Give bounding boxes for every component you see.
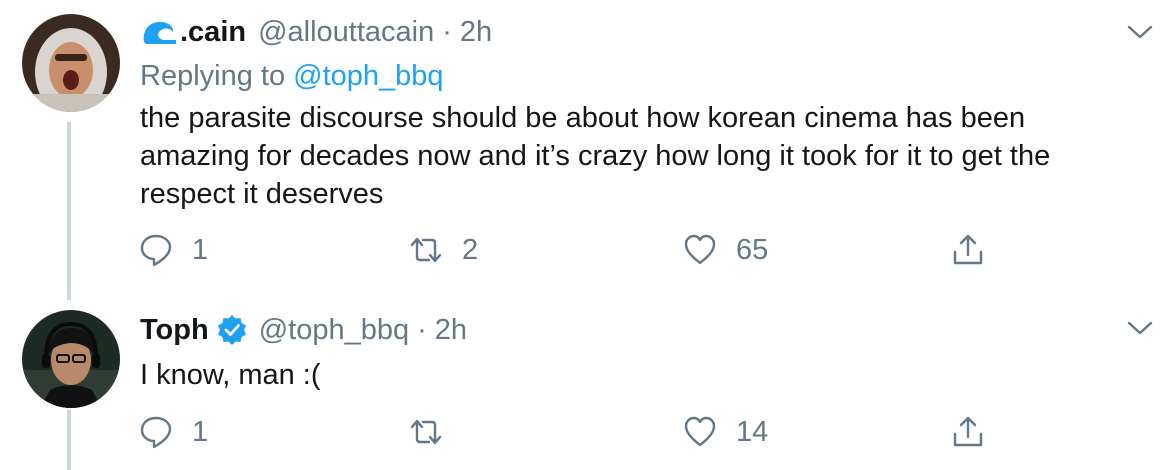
tweet-header: Toph @toph_bbq · 2h [140,312,467,348]
avatar[interactable] [22,310,120,408]
tweet-actions: 1 14 [0,412,1176,452]
chevron-down-icon[interactable] [1126,22,1154,42]
user-handle[interactable]: @toph_bbq [259,312,409,348]
retweet-icon [410,237,442,263]
thread-line [67,122,71,300]
reply-count: 1 [192,415,209,448]
reply-icon [140,234,172,267]
reply-prefix: Replying to [140,60,286,92]
tweet-toph[interactable]: Toph @toph_bbq · 2h I know, man :( 1 14 [0,300,1176,470]
share-icon [953,234,983,265]
reply-icon [140,416,172,449]
tweet-text: I know, man :( [140,359,321,391]
tweet-text-line: amazing for decades now and it’s crazy h… [140,140,1051,172]
avatar-headset-gamer-icon [22,310,120,408]
tweet-header: .cain @allouttacain · 2h [140,14,492,50]
retweet-count: 2 [462,233,479,266]
share-button[interactable] [950,230,986,270]
tweet-text: the parasite discourse should be about h… [140,99,1140,213]
display-name[interactable]: Toph [140,312,209,348]
timestamp[interactable]: 2h [460,14,492,50]
wave-icon [143,21,176,44]
share-icon [953,416,983,447]
chevron-down-icon[interactable] [1126,318,1154,338]
display-name[interactable]: .cain [180,14,246,50]
avatar-hooded-man-icon [22,14,120,112]
tweet-actions: 1 2 65 [0,230,1176,270]
reply-mention-link[interactable]: @toph_bbq [293,60,443,92]
share-button[interactable] [950,412,986,452]
retweet-button[interactable]: 2 [408,230,478,270]
heart-icon [684,234,716,265]
like-count: 65 [736,233,769,266]
replying-to: Replying to @toph_bbq [140,58,444,94]
reply-button[interactable]: 1 [138,412,208,452]
verified-badge-icon [217,315,246,345]
reply-count: 1 [192,233,209,266]
tweet-text-line: respect it deserves [140,178,384,210]
retweet-button[interactable] [408,412,462,452]
separator-dot: · [417,314,427,346]
heart-icon [684,416,716,447]
user-handle[interactable]: @allouttacain [258,14,434,50]
separator-dot: · [442,16,452,48]
timestamp[interactable]: 2h [435,312,467,348]
tweet-text-line: the parasite discourse should be about h… [140,102,1026,134]
like-count: 14 [736,415,769,448]
tweet-cain[interactable]: .cain @allouttacain · 2h Replying to @to… [0,0,1176,300]
retweet-icon [410,419,442,445]
avatar[interactable] [22,14,120,112]
reply-button[interactable]: 1 [138,230,208,270]
like-button[interactable]: 65 [682,230,768,270]
like-button[interactable]: 14 [682,412,768,452]
